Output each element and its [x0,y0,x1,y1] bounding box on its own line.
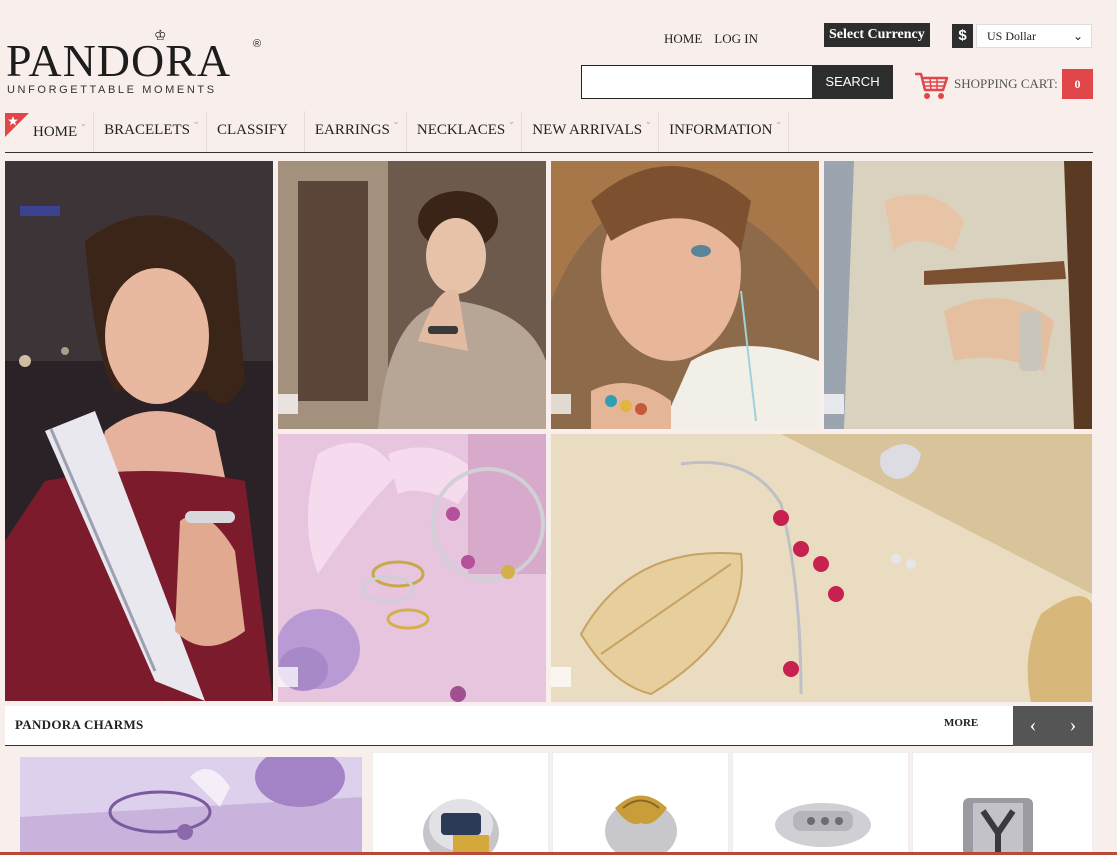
chevron-down-icon: ⌄ [192,116,201,126]
chevron-down-icon: ⌄ [774,116,783,126]
nav-label-necklaces: NECKLACES [416,122,506,138]
hands-rings-photo[interactable] [824,161,1092,429]
woman-earphones-photo[interactable] [551,161,819,429]
nav-label-new-arrivals: NEW ARRIVALS [532,122,643,138]
charms-more-link[interactable]: MORE [944,717,978,729]
chevron-down-icon: ⌄ [79,118,88,128]
registered-mark: ® [253,38,262,50]
chevron-left-icon[interactable]: ‹ [1013,706,1053,746]
nav-item-earrings[interactable]: EARRINGS ⌄ [305,111,407,152]
nav-label-classify: CLASSIFY [217,122,288,138]
nav-label-information: INFORMATION [669,122,773,138]
charms-featured-photo[interactable] [5,752,365,855]
home-link[interactable]: HOME [664,31,702,47]
chevron-down-icon: ⌄ [644,116,653,126]
charm-product-card[interactable] [732,752,909,855]
woman-bracelet-photo[interactable] [278,161,546,429]
select-currency-label: Select Currency [824,23,930,47]
nav-item-home[interactable]: HOME ⌄ [5,111,95,152]
chevron-down-icon: ⌄ [1072,29,1083,43]
miss-teen-photo[interactable] [5,161,273,701]
charms-section-title: PANDORA CHARMS [15,717,144,732]
nav-item-new-arrivals[interactable]: NEW ARRIVALS ⌄ [522,111,660,152]
cart-count-badge[interactable]: 0 [1062,69,1093,99]
nav-label-bracelets: BRACELETS [104,122,191,138]
top-links: HOME LOG IN [664,31,758,47]
currency-selected-value: US Dollar [987,29,1036,43]
currency-select[interactable]: US Dollar ⌄ [976,24,1092,48]
nav-label-home: HOME [33,124,78,140]
star-badge-icon [5,113,29,137]
shopping-cart-icon[interactable] [913,68,949,102]
chevron-down-icon: ⌄ [507,116,516,126]
login-link[interactable]: LOG IN [714,31,758,47]
search-input[interactable] [581,65,813,99]
lavender-jewelry-photo[interactable] [278,434,546,702]
pandora-charms-header: PANDORA CHARMS MORE ‹ › [5,706,1093,746]
logo-tagline: UNFORGETTABLE MOMENTS [7,84,217,96]
nav-label-earrings: EARRINGS [314,122,390,138]
charm-product-card[interactable] [912,752,1093,855]
gold-leaf-bracelet-photo[interactable] [551,434,1092,702]
nav-item-classify[interactable]: CLASSIFY [207,111,305,152]
pandora-logo[interactable]: ♔ PANDORA ® UNFORGETTABLE MOMENTS [6,29,266,100]
charm-product-card[interactable] [372,752,549,855]
nav-item-bracelets[interactable]: BRACELETS ⌄ [94,111,208,152]
charm-product-card[interactable] [552,752,729,855]
search-button[interactable]: SEARCH [812,65,893,99]
shopping-cart-label[interactable]: SHOPPING CART: [954,76,1058,92]
logo-wordmark: PANDORA [6,35,232,86]
nav-item-information[interactable]: INFORMATION ⌄ [659,111,790,152]
chevron-right-icon[interactable]: › [1053,706,1093,746]
nav-item-necklaces[interactable]: NECKLACES ⌄ [407,111,523,152]
chevron-down-icon: ⌄ [392,116,400,126]
dollar-icon: $ [952,24,973,48]
main-nav: HOME ⌄ BRACELETS ⌄ CLASSIFY EARRINGS ⌄ N… [5,111,1093,153]
